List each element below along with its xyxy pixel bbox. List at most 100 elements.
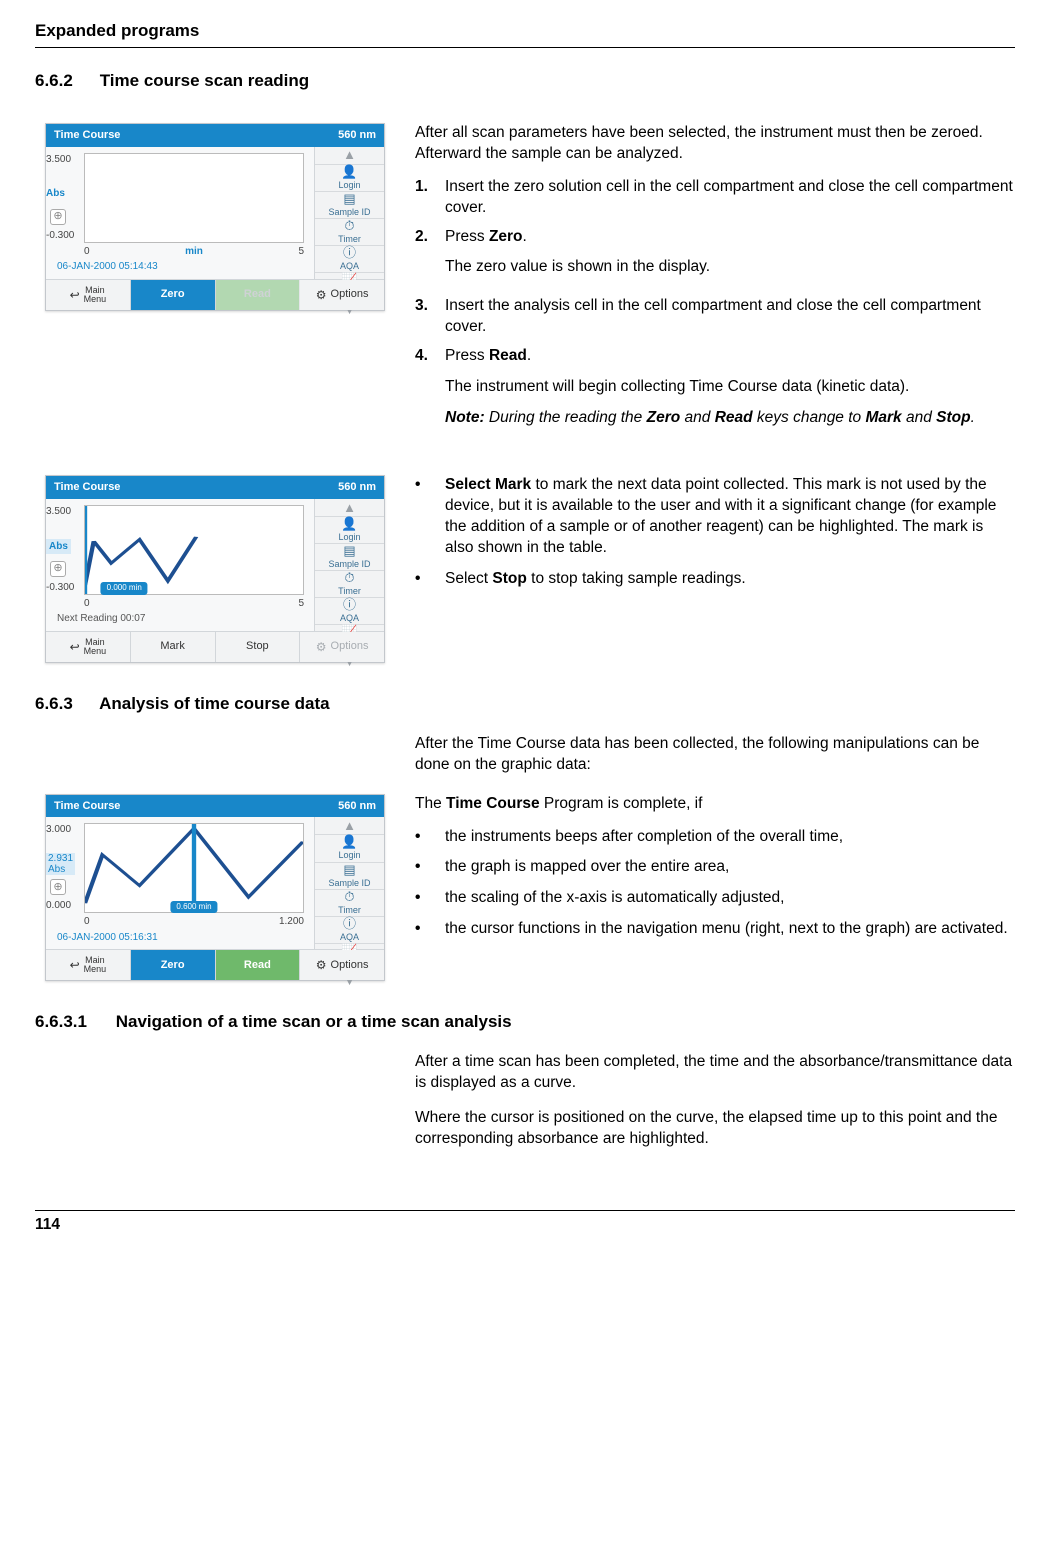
paragraph: After a time scan has been completed, th…: [415, 1052, 1015, 1094]
page-footer: 114: [35, 1210, 1015, 1236]
zoom-in-icon[interactable]: ⊕: [50, 561, 66, 577]
device-panel: Time Course 560 nm 3.500 Abs ⊕ -0.300 0.…: [45, 475, 385, 663]
line-chart: [85, 824, 303, 912]
sidebar-sampleid-button[interactable]: ▤Sample ID: [315, 192, 384, 219]
step-text: Press Read. The instrument will begin co…: [445, 346, 1015, 439]
bullet-list: •the instruments beeps after completion …: [415, 827, 1015, 941]
sidebar-sampleid-button[interactable]: ▤Sample ID: [315, 863, 384, 890]
scroll-up-icon[interactable]: ▲: [315, 817, 384, 835]
zoom-in-icon[interactable]: ⊕: [50, 209, 66, 225]
button-label: Options: [331, 958, 369, 973]
step-number: 3.: [415, 296, 445, 338]
device-title: Time Course: [54, 480, 120, 495]
text: Select: [445, 570, 492, 587]
bold: Stop: [936, 409, 970, 426]
bullet-icon: •: [415, 888, 445, 909]
section-heading-662: 6.6.2 Time course scan reading: [35, 70, 1015, 93]
options-button[interactable]: ⚙ Options: [300, 950, 384, 980]
timer-icon: ⏱: [344, 890, 354, 903]
procedure-list: 1. Insert the zero solution cell in the …: [415, 177, 1015, 439]
x-tick-right: 5: [298, 597, 304, 611]
main-menu-button[interactable]: ↩Main Menu: [46, 632, 131, 662]
section-heading-663: 6.6.3 Analysis of time course data: [35, 693, 1015, 716]
main-menu-button[interactable]: ↩Main Menu: [46, 950, 131, 980]
sidebar-aqa-button[interactable]: ⓘAQA: [315, 917, 384, 944]
sidebar-login-button[interactable]: 👤Login: [315, 517, 384, 544]
sidebar-aqa-button[interactable]: ⓘAQA: [315, 246, 384, 273]
device-wavelength: 560 nm: [338, 128, 376, 143]
bullet-icon: •: [415, 475, 445, 559]
page-number: 114: [35, 1216, 60, 1233]
button-label: Options: [331, 639, 369, 654]
step-number: 1.: [415, 177, 445, 219]
bold: Zero: [489, 228, 523, 245]
stop-button[interactable]: Stop: [216, 632, 301, 662]
sidebar-label: Login: [338, 531, 360, 543]
gear-icon: ⚙: [316, 957, 327, 973]
read-button[interactable]: Read: [216, 950, 301, 980]
section-number: 6.6.3.1: [35, 1011, 111, 1034]
y-tick-bottom: 0.000: [46, 899, 71, 913]
text: The zero value is shown in the display.: [445, 257, 1015, 278]
y-tick-top: 3.500: [46, 153, 71, 167]
text-6631: After a time scan has been completed, th…: [415, 1052, 1015, 1150]
options-button[interactable]: ⚙Options: [300, 280, 384, 310]
aqa-icon: ⓘ: [343, 598, 356, 611]
device-titlebar: Time Course 560 nm: [46, 124, 384, 147]
bullet-icon: •: [415, 569, 445, 590]
bullet-icon: •: [415, 827, 445, 848]
list-text: Select Stop to stop taking sample readin…: [445, 569, 1015, 590]
sidebar-timer-button[interactable]: ⏱Timer: [315, 890, 384, 917]
bold: Zero: [647, 409, 681, 426]
y-axis-label: Abs: [46, 187, 65, 201]
sidebar-login-button[interactable]: 👤Login: [315, 835, 384, 862]
text: keys change to: [753, 409, 866, 426]
zoom-in-icon[interactable]: ⊕: [50, 879, 66, 895]
sidebar-sampleid-button[interactable]: ▤Sample ID: [315, 544, 384, 571]
step-number: 4.: [415, 346, 445, 439]
list-item: •the cursor functions in the navigation …: [415, 919, 1015, 940]
cursor-readout: 0.000 min: [101, 582, 148, 595]
timer-icon: ⏱: [344, 571, 354, 584]
y-tick-top: 3.000: [46, 823, 71, 837]
bold: Mark: [865, 409, 901, 426]
paragraph: After the Time Course data has been coll…: [415, 734, 1015, 776]
note-label: Note:: [445, 409, 485, 426]
zero-button[interactable]: Zero: [131, 950, 216, 980]
options-button: ⚙Options: [300, 632, 384, 662]
text: Press: [445, 228, 489, 245]
bold: Time Course: [446, 795, 540, 812]
list-text: the scaling of the x-axis is automatical…: [445, 888, 1015, 909]
plot-canvas: 0.600 min: [84, 823, 304, 913]
list-item: • Select Stop to stop taking sample read…: [415, 569, 1015, 590]
sidebar-timer-button[interactable]: ⏱Timer: [315, 219, 384, 246]
sidebar-timer-button[interactable]: ⏱Timer: [315, 571, 384, 598]
mark-button[interactable]: Mark: [131, 632, 216, 662]
y-tick-top: 3.500: [46, 505, 71, 519]
login-icon: 👤: [341, 517, 357, 530]
paragraph: Where the cursor is positioned on the cu…: [415, 1108, 1015, 1150]
step-4: 4. Press Read. The instrument will begin…: [415, 346, 1015, 439]
block-663: Time Course 560 nm 3.000 2.931 Abs ⊕ 0.0…: [35, 794, 1015, 982]
device-sidebar: ▲ 👤Login ▤Sample ID ⏱Timer ⓘAQA 📈Trends …: [314, 147, 384, 279]
step-text: Insert the zero solution cell in the cel…: [445, 177, 1015, 219]
device-panel: Time Course 560 nm 3.000 2.931 Abs ⊕ 0.0…: [45, 794, 385, 982]
sidebar-label: Timer: [338, 904, 361, 916]
sidebar-label: Login: [338, 849, 360, 861]
device-bottom-bar: ↩Main Menu Zero Read ⚙ Options: [46, 949, 384, 980]
step-1: 1. Insert the zero solution cell in the …: [415, 177, 1015, 219]
sidebar-aqa-button[interactable]: ⓘAQA: [315, 598, 384, 625]
text: and: [680, 409, 714, 426]
scroll-up-icon[interactable]: ▲: [315, 499, 384, 517]
text: to stop taking sample readings.: [527, 570, 746, 587]
sidebar-label: Sample ID: [328, 206, 370, 218]
sidebar-label: AQA: [340, 260, 359, 272]
scroll-up-icon[interactable]: ▲: [315, 147, 384, 165]
timer-icon: ⏱: [344, 219, 354, 232]
sidebar-login-button[interactable]: 👤Login: [315, 165, 384, 192]
sample-id-icon: ▤: [343, 863, 355, 876]
zero-button[interactable]: Zero: [131, 280, 216, 310]
main-menu-button[interactable]: ↩Main Menu: [46, 280, 131, 310]
login-icon: 👤: [341, 835, 357, 848]
device-title: Time Course: [54, 128, 120, 143]
